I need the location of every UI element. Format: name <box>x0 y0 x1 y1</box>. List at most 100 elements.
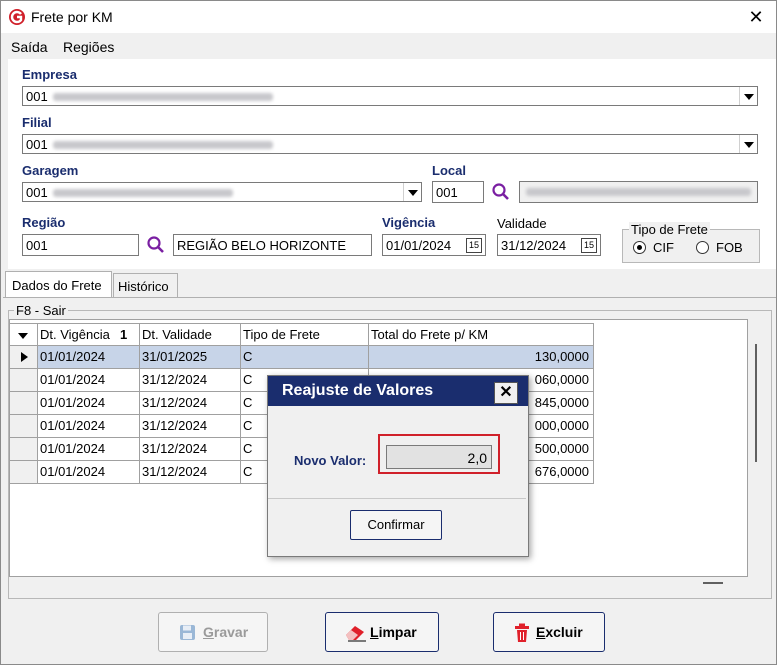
local-code-value: 001 <box>436 185 458 200</box>
gravar-accel: G <box>203 624 214 640</box>
confirmar-button[interactable]: Confirmar <box>350 510 442 540</box>
menu-item-regioes[interactable]: Regiões <box>63 39 114 55</box>
radio-cif-label[interactable]: CIF <box>653 240 674 255</box>
dialog-close-button[interactable]: ✕ <box>494 382 518 404</box>
row-indicator[interactable] <box>10 415 38 438</box>
table-cell[interactable]: 01/01/2024 <box>38 392 140 415</box>
vigencia-date-input[interactable]: 01/01/2024 15 <box>382 234 486 256</box>
table-cell[interactable]: 31/12/2024 <box>140 415 241 438</box>
col-header-total-frete[interactable]: Total do Frete p/ KM <box>369 323 594 346</box>
table-cell[interactable]: 31/01/2025 <box>140 346 241 369</box>
radio-fob-label[interactable]: FOB <box>716 240 743 255</box>
grid-indicator-header[interactable] <box>10 323 38 346</box>
chevron-down-icon <box>18 333 28 339</box>
gravar-button[interactable]: Gravar <box>158 612 268 652</box>
table-cell[interactable]: 01/01/2024 <box>38 415 140 438</box>
row-indicator[interactable] <box>10 346 38 369</box>
col-header-dt-vigencia[interactable]: Dt. Vigência 1 <box>38 323 140 346</box>
current-row-arrow-icon <box>21 352 28 362</box>
eraser-icon <box>346 626 366 642</box>
limpar-rest: impar <box>378 624 417 640</box>
vigencia-value: 01/01/2024 <box>386 238 452 253</box>
validade-date-input[interactable]: 31/12/2024 15 <box>497 234 601 256</box>
local-code-input[interactable]: 001 <box>432 181 484 203</box>
excluir-rest: xcluir <box>545 624 583 640</box>
row-indicator[interactable] <box>10 438 38 461</box>
excluir-label: Excluir <box>536 624 583 640</box>
garagem-label: Garagem <box>22 163 79 178</box>
novo-valor-label: Novo Valor: <box>294 453 367 468</box>
save-disk-icon <box>180 625 195 640</box>
garagem-code: 001 <box>26 185 48 200</box>
vigencia-label: Vigência <box>382 215 436 230</box>
table-cell[interactable]: 01/01/2024 <box>38 346 140 369</box>
trash-icon <box>515 623 529 642</box>
local-label: Local <box>432 163 466 178</box>
garagem-dropdown-arrow[interactable] <box>403 183 421 201</box>
local-name-redacted <box>526 188 751 196</box>
empresa-label: Empresa <box>22 67 77 82</box>
local-name-field <box>519 181 758 203</box>
col-header-label: Dt. Vigência <box>40 327 110 342</box>
novo-valor-value: 2,0 <box>467 450 487 466</box>
col-header-tipo-frete[interactable]: Tipo de Frete <box>241 323 369 346</box>
horizontal-scrollbar-thumb[interactable] <box>703 582 723 584</box>
local-search-icon[interactable] <box>491 182 511 202</box>
validade-value: 31/12/2024 <box>501 238 567 253</box>
excluir-button[interactable]: Excluir <box>493 612 605 652</box>
tab-historico[interactable]: Histórico <box>113 273 178 298</box>
tab-dados-do-frete[interactable]: Dados do Frete <box>5 271 112 299</box>
row-indicator[interactable] <box>10 369 38 392</box>
empresa-code: 001 <box>26 89 48 104</box>
table-cell[interactable]: C <box>241 346 369 369</box>
table-cell[interactable]: 01/01/2024 <box>38 461 140 484</box>
regiao-code-input[interactable]: 001 <box>22 234 139 256</box>
table-cell[interactable]: 01/01/2024 <box>38 369 140 392</box>
novo-valor-input[interactable]: 2,0 <box>386 445 492 469</box>
tab-historico-label: Histórico <box>118 279 169 294</box>
radio-fob[interactable] <box>696 241 709 254</box>
calendar-icon[interactable]: 15 <box>581 238 597 253</box>
limpar-button[interactable]: Limpar <box>325 612 439 652</box>
sort-ascending-icon: 1 <box>120 327 128 342</box>
table-cell[interactable]: 130,0000 <box>369 346 594 369</box>
empresa-dropdown-arrow[interactable] <box>739 87 757 105</box>
tab-dados-label: Dados do Frete <box>12 278 102 293</box>
radio-cif[interactable] <box>633 241 646 254</box>
filial-select[interactable]: 001 <box>22 134 758 154</box>
filial-label: Filial <box>22 115 52 130</box>
tipo-frete-label: Tipo de Frete <box>629 222 710 237</box>
empresa-select[interactable]: 001 <box>22 86 758 106</box>
gravar-rest: ravar <box>213 624 249 640</box>
table-cell[interactable]: 01/01/2024 <box>38 438 140 461</box>
main-window: Frete por KM ✕ Saída Regiões Empresa 001… <box>0 0 777 665</box>
calendar-icon[interactable]: 15 <box>466 238 482 253</box>
table-cell[interactable]: 31/12/2024 <box>140 369 241 392</box>
chevron-down-icon <box>744 142 754 148</box>
filial-code: 001 <box>26 137 48 152</box>
filial-name-redacted <box>53 141 273 149</box>
regiao-label: Região <box>22 215 66 230</box>
garagem-select[interactable]: 001 <box>22 182 422 202</box>
row-indicator[interactable] <box>10 461 38 484</box>
table-cell[interactable]: 31/12/2024 <box>140 461 241 484</box>
excluir-accel: E <box>536 624 546 640</box>
panel-hint: F8 - Sair <box>14 303 68 318</box>
table-cell[interactable]: 31/12/2024 <box>140 438 241 461</box>
window-close-button[interactable]: ✕ <box>743 5 769 29</box>
col-header-dt-validade[interactable]: Dt. Validade <box>140 323 241 346</box>
regiao-search-icon[interactable] <box>146 235 166 255</box>
regiao-name-value: REGIÃO BELO HORIZONTE <box>177 238 347 253</box>
row-indicator[interactable] <box>10 392 38 415</box>
dialog-title: Reajuste de Valores <box>282 382 434 399</box>
validade-label: Validade <box>497 216 547 231</box>
title-bar: Frete por KM ✕ <box>1 1 776 33</box>
limpar-accel: L <box>370 624 379 640</box>
filial-dropdown-arrow[interactable] <box>739 135 757 153</box>
garagem-name-redacted <box>53 189 233 197</box>
table-cell[interactable]: 31/12/2024 <box>140 392 241 415</box>
menu-bar: Saída Regiões <box>1 35 776 57</box>
dialog-title-bar: Reajuste de Valores ✕ <box>268 376 528 406</box>
menu-item-saida[interactable]: Saída <box>11 39 48 55</box>
vertical-scrollbar-thumb[interactable] <box>755 344 757 462</box>
